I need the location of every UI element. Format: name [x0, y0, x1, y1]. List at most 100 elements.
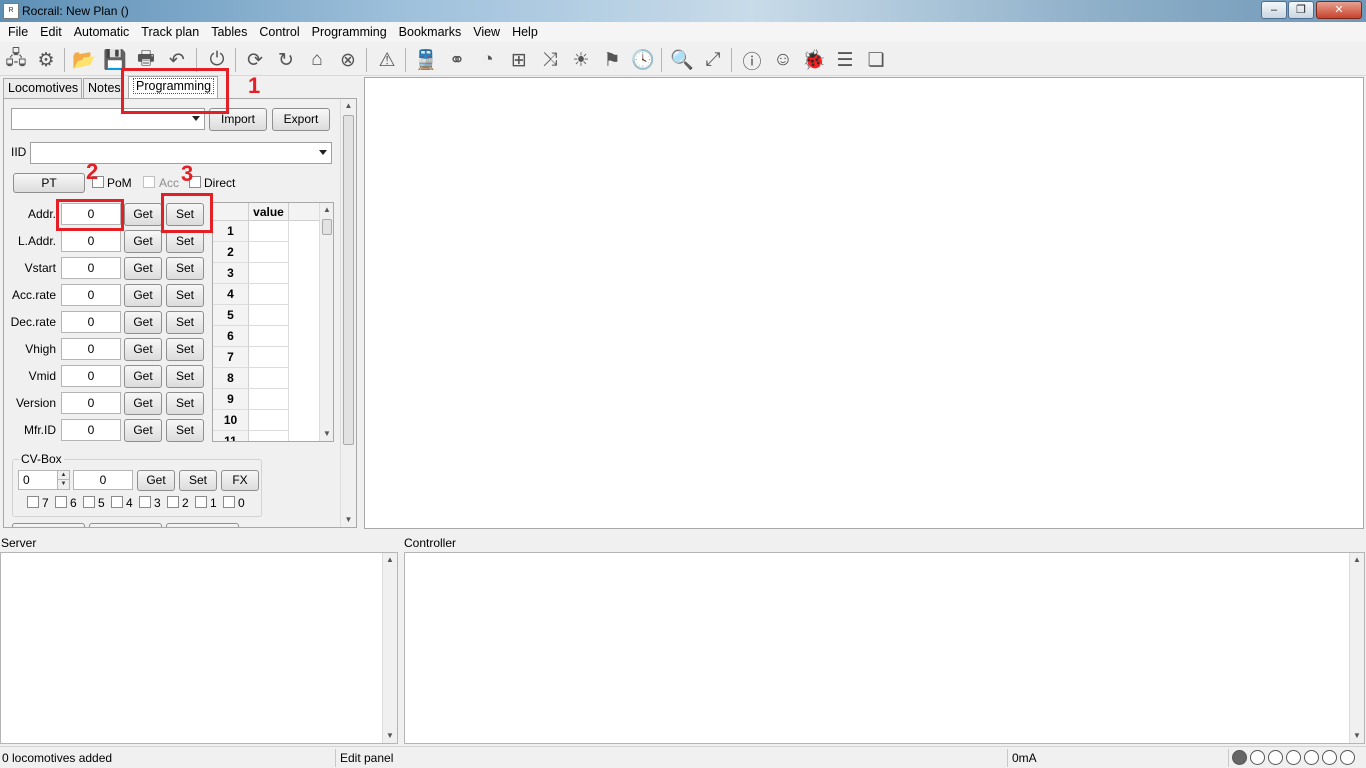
scroll-down-icon[interactable]: ▼	[1350, 729, 1364, 743]
scroll-up-icon[interactable]: ▲	[383, 553, 397, 567]
field-value-input[interactable]: 0	[61, 311, 121, 333]
programming-scrollbar[interactable]: ▲ ▼	[340, 99, 356, 527]
tab-notes[interactable]: Notes	[83, 78, 123, 98]
reset-icon[interactable]: ↻	[273, 47, 299, 73]
table-cell[interactable]	[249, 284, 289, 305]
route-icon[interactable]: ⊞	[506, 47, 532, 73]
scroll-down-icon[interactable]: ▼	[383, 729, 397, 743]
settings-icon[interactable]: ⚙	[33, 47, 59, 73]
scroll-up-icon[interactable]: ▲	[1350, 553, 1364, 567]
get-button[interactable]: Get	[124, 284, 162, 307]
bit-checkbox[interactable]	[195, 496, 207, 508]
zoom-icon[interactable]: 🔍	[669, 47, 695, 73]
connect-icon[interactable]: 🖧	[3, 47, 29, 73]
bottom-button[interactable]	[89, 523, 162, 527]
menu-track-plan[interactable]: Track plan	[135, 22, 205, 42]
cv-table-scrollbar[interactable]: ▲ ▼	[319, 203, 333, 441]
light-icon[interactable]: ☀	[568, 47, 594, 73]
table-cell[interactable]	[249, 347, 289, 368]
help-icon[interactable]: ☺	[770, 47, 796, 73]
get-button[interactable]: Get	[124, 365, 162, 388]
bottom-button[interactable]	[12, 523, 85, 527]
flag-icon[interactable]: ⚑	[599, 47, 625, 73]
server-scrollbar[interactable]: ▲ ▼	[382, 553, 397, 743]
menu-bookmarks[interactable]: Bookmarks	[393, 22, 468, 42]
bit-checkbox[interactable]	[55, 496, 67, 508]
home-icon[interactable]: ⌂	[304, 47, 330, 73]
fullscreen-icon[interactable]: ⤢	[700, 47, 726, 73]
get-button[interactable]: Get	[124, 392, 162, 415]
turnout-icon[interactable]: ⚭	[444, 47, 470, 73]
table-cell[interactable]	[249, 263, 289, 284]
table-cell[interactable]	[249, 368, 289, 389]
open-folder-icon[interactable]: 📂	[71, 47, 97, 73]
set-button[interactable]: Set	[166, 392, 204, 415]
table-cell[interactable]	[249, 326, 289, 347]
set-button[interactable]: Set	[166, 284, 204, 307]
table-cell[interactable]	[249, 242, 289, 263]
set-button[interactable]: Set	[166, 419, 204, 442]
list-icon[interactable]: ☰	[832, 47, 858, 73]
info-icon[interactable]: ⓘ	[739, 47, 765, 73]
track-plan-area[interactable]	[364, 77, 1364, 529]
bit-checkbox[interactable]	[167, 496, 179, 508]
export-button[interactable]: Export	[272, 108, 330, 131]
speedometer-icon[interactable]: ◔	[475, 47, 501, 73]
shuffle-icon[interactable]: ⤨	[537, 47, 563, 73]
menu-view[interactable]: View	[467, 22, 506, 42]
set-button[interactable]: Set	[166, 365, 204, 388]
field-value-input[interactable]: 0	[61, 392, 121, 414]
spin-up-icon[interactable]: ▲	[57, 471, 69, 480]
warning-icon[interactable]: ⚠	[374, 47, 400, 73]
scroll-thumb[interactable]	[322, 219, 332, 235]
field-value-input[interactable]: 0	[61, 365, 121, 387]
pt-button[interactable]: PT	[13, 173, 85, 193]
table-cell[interactable]	[249, 389, 289, 410]
menu-edit[interactable]: Edit	[34, 22, 68, 42]
bug-icon[interactable]: 🐞	[801, 47, 827, 73]
spin-down-icon[interactable]: ▼	[57, 480, 69, 489]
field-value-input[interactable]: 0	[61, 338, 121, 360]
bit-checkbox[interactable]	[27, 496, 39, 508]
bit-checkbox[interactable]	[139, 496, 151, 508]
stop-icon[interactable]: ⊗	[335, 47, 361, 73]
cv-value-field[interactable]: 0	[73, 470, 133, 490]
cvbox-set-button[interactable]: Set	[179, 470, 217, 491]
maximize-button[interactable]: ❐	[1288, 1, 1314, 19]
menu-automatic[interactable]: Automatic	[68, 22, 136, 42]
scroll-down-icon[interactable]: ▼	[320, 427, 333, 441]
get-button[interactable]: Get	[124, 203, 162, 226]
get-button[interactable]: Get	[124, 257, 162, 280]
menu-help[interactable]: Help	[506, 22, 544, 42]
set-button[interactable]: Set	[166, 338, 204, 361]
tab-locomotives[interactable]: Locomotives	[3, 78, 82, 98]
set-button[interactable]: Set	[166, 230, 204, 253]
table-cell[interactable]	[249, 410, 289, 431]
scroll-up-icon[interactable]: ▲	[320, 203, 333, 217]
get-button[interactable]: Get	[124, 230, 162, 253]
get-button[interactable]: Get	[124, 338, 162, 361]
fx-button[interactable]: FX	[221, 470, 259, 491]
bit-checkbox[interactable]	[83, 496, 95, 508]
controller-scrollbar[interactable]: ▲ ▼	[1349, 553, 1364, 743]
menu-control[interactable]: Control	[253, 22, 305, 42]
table-cell[interactable]	[249, 221, 289, 242]
sync-icon[interactable]: ⟳	[242, 47, 268, 73]
menu-file[interactable]: File	[2, 22, 34, 42]
close-button[interactable]: ✕	[1316, 1, 1362, 19]
documents-icon[interactable]: ❏	[863, 47, 889, 73]
scroll-up-icon[interactable]: ▲	[341, 99, 356, 113]
set-button[interactable]: Set	[166, 311, 204, 334]
train-icon[interactable]: 🚆	[413, 47, 439, 73]
menu-tables[interactable]: Tables	[205, 22, 253, 42]
controller-pane[interactable]: ▲ ▼	[404, 552, 1365, 744]
minimize-button[interactable]: –	[1261, 1, 1287, 19]
menu-programming[interactable]: Programming	[306, 22, 393, 42]
table-cell[interactable]	[249, 305, 289, 326]
table-cell[interactable]	[249, 431, 289, 441]
get-button[interactable]: Get	[124, 419, 162, 442]
bit-checkbox[interactable]	[223, 496, 235, 508]
field-value-input[interactable]: 0	[61, 230, 121, 252]
scroll-down-icon[interactable]: ▼	[341, 513, 356, 527]
field-value-input[interactable]: 0	[61, 419, 121, 441]
